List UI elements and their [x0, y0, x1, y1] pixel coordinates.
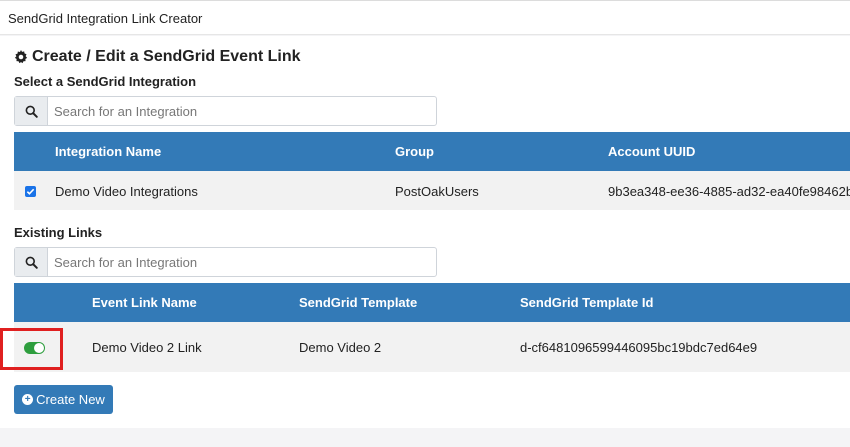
integration-search-input[interactable]: [48, 97, 436, 125]
plus-circle-icon: +: [22, 394, 34, 405]
links-section-label: Existing Links: [14, 225, 103, 240]
integration-uuid: 9b3ea348-ee36-4885-ad32-ea40fe98462b: [608, 184, 850, 199]
sendgrid-template: Demo Video 2: [299, 340, 382, 355]
integration-table-header: Integration Name Group Account UUID: [14, 132, 850, 171]
row-checkbox[interactable]: [25, 186, 36, 197]
sendgrid-template-id: d-cf6481096599446095bc19bdc7ed64e9: [520, 340, 758, 355]
links-search-input[interactable]: [48, 248, 436, 276]
search-icon: [25, 105, 38, 118]
table-row[interactable]: Demo Video 2 Link Demo Video 2 d-cf64810…: [14, 322, 850, 372]
column-account-uuid: Account UUID: [608, 144, 696, 159]
create-new-button[interactable]: + Create New: [14, 385, 113, 414]
search-addon: [15, 97, 48, 125]
highlight-box: [0, 328, 63, 370]
app-header: SendGrid Integration Link Creator: [0, 0, 850, 35]
integration-search: [14, 96, 437, 126]
integration-section-label: Select a SendGrid Integration: [14, 74, 197, 89]
main-panel: Create / Edit a SendGrid Event Link Sele…: [0, 36, 850, 428]
page-heading: Create / Edit a SendGrid Event Link: [14, 48, 301, 66]
app-title: SendGrid Integration Link Creator: [8, 11, 203, 26]
links-search: [14, 247, 437, 277]
search-addon: [15, 248, 48, 276]
page-title: Create / Edit a SendGrid Event Link: [32, 48, 301, 65]
gear-icon: [14, 50, 28, 64]
event-link-name: Demo Video 2 Link: [92, 340, 202, 355]
links-table-header: Event Link Name SendGrid Template SendGr…: [14, 283, 850, 322]
table-row[interactable]: Demo Video Integrations PostOakUsers 9b3…: [14, 171, 850, 210]
check-icon: [26, 188, 35, 195]
search-icon: [25, 256, 38, 269]
column-group: Group: [395, 144, 434, 159]
column-event-link-name: Event Link Name: [92, 295, 197, 310]
column-sendgrid-template: SendGrid Template: [299, 295, 418, 310]
column-integration-name: Integration Name: [55, 144, 162, 159]
column-sendgrid-template-id: SendGrid Template Id: [520, 295, 654, 310]
create-new-label: Create New: [36, 392, 105, 407]
integration-group: PostOakUsers: [395, 184, 479, 199]
integration-name: Demo Video Integrations: [55, 184, 198, 199]
